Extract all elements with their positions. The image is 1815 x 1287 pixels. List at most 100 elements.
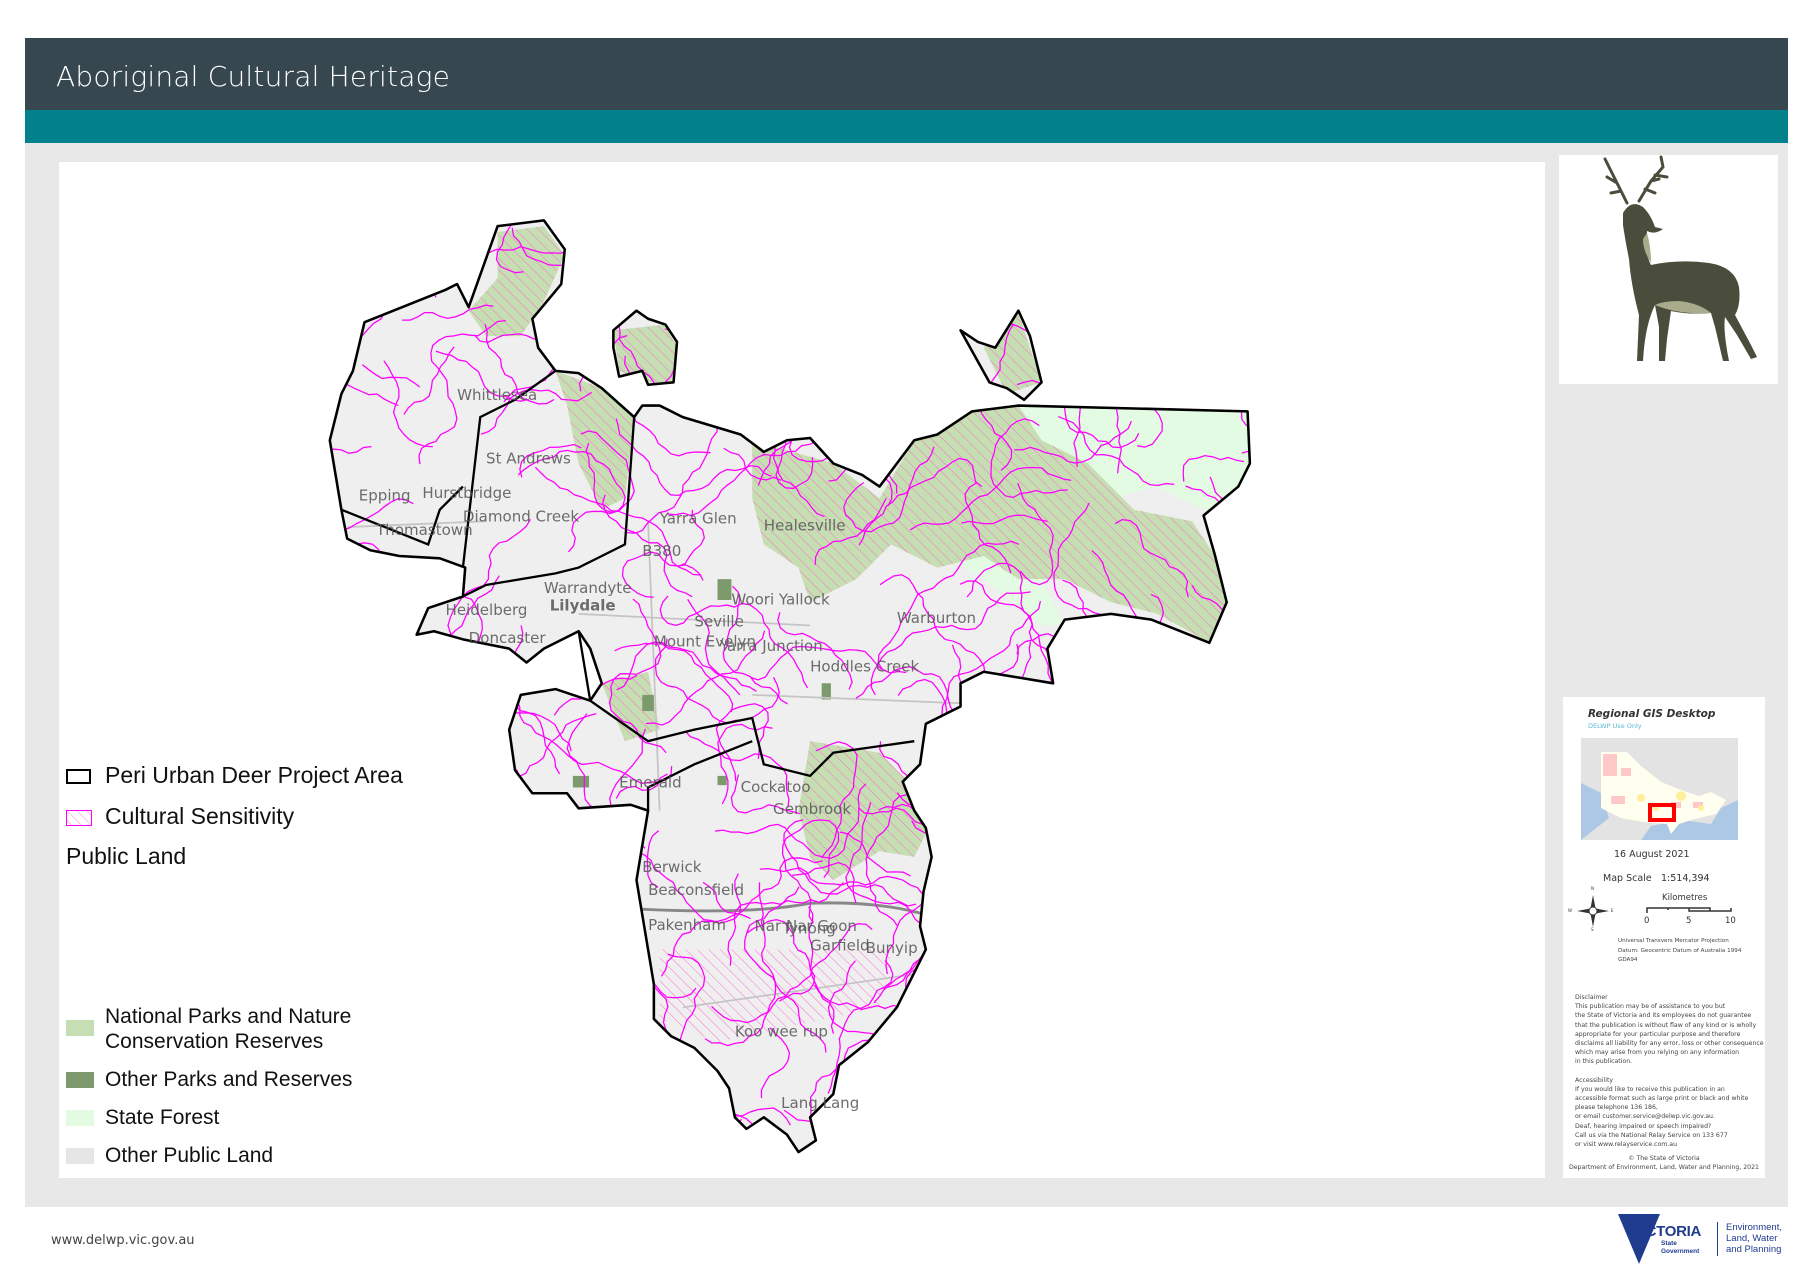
legend-label-line: National Parks and Nature [105, 1005, 352, 1028]
compass-e: E [1611, 908, 1614, 913]
disclaimer-line: appropriate for your particular purpose … [1575, 1030, 1741, 1038]
cultural-sensitivity-line [571, 1038, 656, 1136]
projection-text: Universal Transvers Mercator Projection … [1618, 937, 1741, 966]
cultural-sensitivity-line [788, 220, 891, 276]
cultural-sensitivity-line [1188, 220, 1246, 255]
place-label: Woori Yallock [731, 591, 830, 609]
cultural-sensitivity-line [346, 1047, 425, 1092]
cultural-sensitivity-line [941, 784, 1038, 855]
cultural-sensitivity-line [372, 622, 434, 717]
cultural-sensitivity-line [493, 891, 552, 910]
cultural-sensitivity-line [1044, 229, 1074, 281]
scale-units: Kilometres [1662, 893, 1708, 903]
cultural-sensitivity-line [920, 336, 955, 389]
cultural-sensitivity-line [1129, 377, 1204, 403]
cultural-sensitivity-line [715, 326, 752, 438]
cultural-sensitivity-line [506, 868, 575, 1021]
cultural-sensitivity-line [876, 1019, 916, 1103]
cultural-sensitivity-line [1084, 669, 1223, 694]
legend-label-state-forest: State Forest [105, 1106, 220, 1129]
place-label: Healesville [764, 517, 846, 535]
cultural-sensitivity-line [602, 220, 669, 285]
scale-bar [1646, 907, 1732, 913]
place-label: Lilydale [550, 596, 616, 614]
cultural-sensitivity-line [499, 843, 597, 895]
cultural-sensitivity-line [983, 1006, 1139, 1043]
place-label: Thomastown [375, 521, 473, 539]
cultural-sensitivity-line [586, 229, 627, 291]
info-subtitle: DELWP Use Only [1588, 722, 1642, 730]
cultural-sensitivity-line [385, 220, 449, 285]
cultural-sensitivity-line [356, 839, 433, 948]
logo-line: State [1661, 1240, 1677, 1247]
cultural-sensitivity-line [781, 247, 805, 326]
cultural-sensitivity-line [1045, 327, 1154, 390]
cultural-sensitivity-line [1178, 749, 1238, 773]
cultural-sensitivity-line [1139, 948, 1212, 997]
legend-swatch-cultural [66, 810, 92, 826]
place-label: Seville [694, 613, 743, 631]
accessibility-line: Call us via the National Relay Service o… [1575, 1131, 1728, 1139]
legend-label-other-parks: Other Parks and Reserves [105, 1068, 353, 1091]
cultural-sensitivity-line [545, 921, 593, 976]
place-label: Yarra Glen [659, 510, 737, 528]
cultural-sensitivity-line [555, 1133, 610, 1153]
logo-victoria: VICTORIA [1632, 1223, 1701, 1240]
victoria-government-logo: VICTORIA State Government Environment, Lan… [1618, 1210, 1790, 1266]
page-title: Aboriginal Cultural Heritage [56, 60, 451, 93]
cultural-sensitivity-line [1144, 721, 1250, 812]
map-panel[interactable]: Whittlesea St Andrews Hurstbridge Diamond C… [59, 162, 1545, 1178]
disclaimer-title: Disclaimer [1575, 994, 1608, 1001]
info-title: Regional GIS Desktop [1588, 708, 1716, 720]
cultural-sensitivity-line [1119, 651, 1188, 712]
map-scale-value: 1:514,394 [1661, 873, 1710, 884]
disclaimer: Disclaimer This publication may be of as… [1575, 993, 1764, 1149]
cultural-sensitivity-line [910, 283, 970, 321]
accessibility-line: If you would like to receive this public… [1575, 1085, 1725, 1093]
place-label: Berwick [642, 858, 701, 876]
cultural-sensitivity-line [1076, 926, 1158, 1018]
map-info-panel: Regional GIS Desktop DELWP Use Only 16 A… [1563, 697, 1765, 1178]
cultural-sensitivity-line [1180, 236, 1195, 374]
cultural-sensitivity-line [758, 220, 805, 276]
cultural-sensitivity-line [1009, 871, 1076, 1056]
cultural-sensitivity-line [665, 1118, 743, 1153]
place-label: Hurstbridge [422, 484, 511, 502]
projection-line: GDA94 [1618, 957, 1638, 963]
place-label: Hoddles Creek [810, 658, 919, 676]
footer-url[interactable]: www.delwp.vic.gov.au [51, 1233, 195, 1248]
deer-icon [1603, 155, 1757, 361]
compass-w: W [1568, 908, 1572, 913]
cultural-sensitivity-line [1006, 1115, 1092, 1147]
cultural-sensitivity-line [329, 636, 458, 721]
place-label: Yarra Junction [719, 637, 823, 655]
legend-swatch-state-forest [66, 1110, 94, 1126]
cultural-sensitivity-line [1008, 737, 1067, 795]
other-park-area [572, 775, 590, 788]
cultural-sensitivity-line [383, 220, 413, 312]
cultural-sensitivity-line [533, 831, 593, 875]
cultural-sensitivity-line [431, 781, 448, 866]
place-label: Warburton [897, 609, 976, 627]
logo-line: Land, Water [1726, 1233, 1778, 1244]
cultural-sensitivity-line [1194, 274, 1250, 297]
cultural-sensitivity-line [479, 1028, 585, 1063]
cultural-sensitivity-line [446, 1062, 561, 1143]
logo-state-government: State Government [1661, 1240, 1699, 1256]
disclaimer-line: the State of Victoria and its employees … [1575, 1012, 1752, 1020]
cultural-sensitivity-line [1150, 693, 1217, 878]
place-label: St Andrews [486, 449, 571, 467]
place-label: Gembrook [773, 800, 851, 818]
cultural-sensitivity-line [1100, 240, 1178, 289]
legend-label-other-public: Other Public Land [105, 1144, 274, 1167]
place-label: Warrandyte [544, 579, 632, 597]
cultural-sensitivity-line [361, 1005, 470, 1131]
cultural-sensitivity-line [416, 985, 515, 1102]
cultural-sensitivity-line [548, 1047, 583, 1108]
place-label: Tynong [781, 919, 836, 937]
disclaimer-body: This publication may be of assistance to… [1575, 1002, 1764, 1066]
map-scale-label: Map Scale [1603, 873, 1652, 884]
disclaimer-line: that the publication is without flaw of … [1575, 1021, 1757, 1029]
cultural-sensitivity-line [1119, 777, 1188, 857]
place-label: Doncaster [469, 629, 547, 647]
